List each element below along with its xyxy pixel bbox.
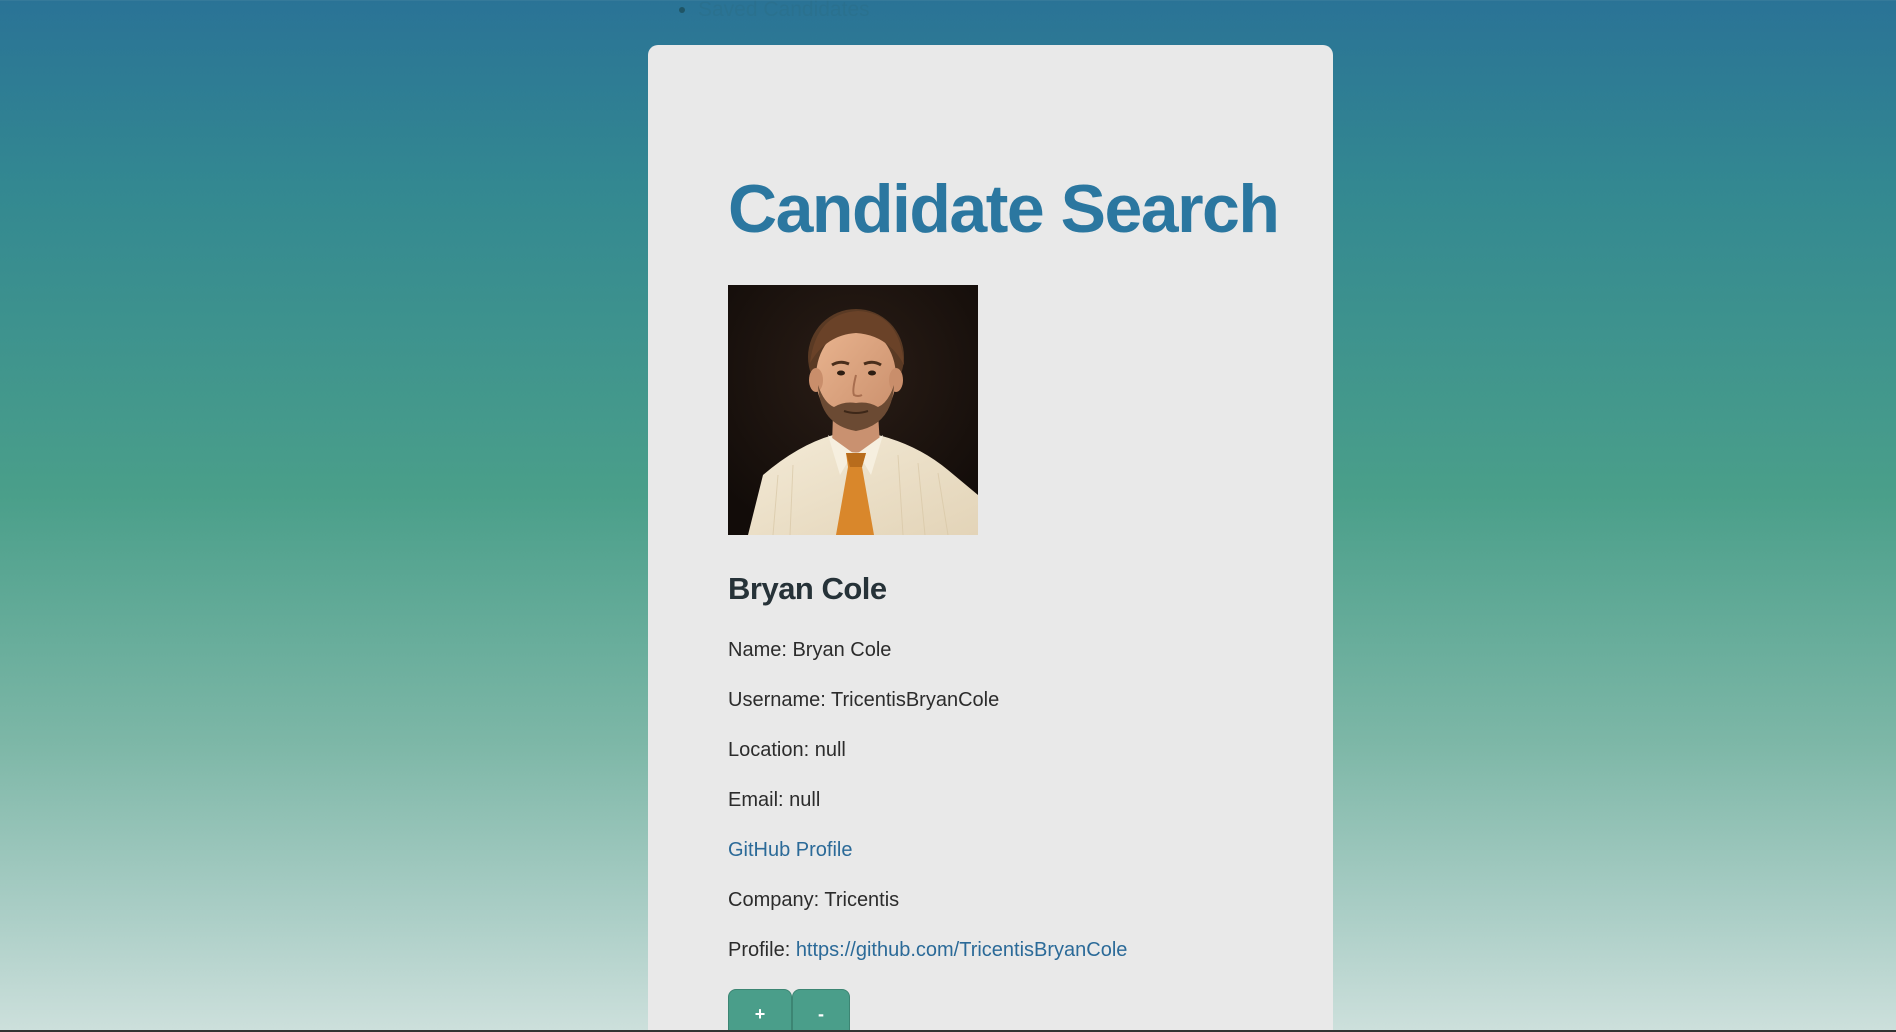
name-label: Name: xyxy=(728,639,787,661)
add-candidate-button[interactable]: + xyxy=(728,989,792,1032)
page-title: Candidate Search xyxy=(728,171,1280,247)
candidate-company-row: Company: Tricentis xyxy=(728,887,1253,913)
skip-candidate-button[interactable]: - xyxy=(792,989,850,1032)
email-label: Email: xyxy=(728,789,784,811)
candidate-avatar xyxy=(728,285,978,535)
candidate-username-row: Username: TricentisBryanCole xyxy=(728,687,1253,713)
nav-list: Saved Candidates xyxy=(680,0,870,22)
profile-url-link[interactable]: https://github.com/TricentisBryanCole xyxy=(796,939,1128,961)
action-buttons: + - xyxy=(728,989,1253,1032)
company-label: Company: xyxy=(728,889,820,911)
location-value: null xyxy=(814,739,846,761)
location-label: Location: xyxy=(728,739,810,761)
candidate-location-row: Location: null xyxy=(728,737,1253,763)
nav-link-saved-candidates[interactable]: Saved Candidates xyxy=(698,0,870,21)
name-value: Bryan Cole xyxy=(792,639,892,661)
candidate-profile-row: Profile: https://github.com/TricentisBry… xyxy=(728,937,1253,963)
username-value: TricentisBryanCole xyxy=(831,689,1000,711)
candidate-name-row: Name: Bryan Cole xyxy=(728,637,1253,663)
candidate-card: Candidate Search Bryan Cole Name: Bryan … xyxy=(648,45,1333,1032)
candidate-name-heading: Bryan Cole xyxy=(728,571,887,606)
candidate-email-row: Email: null xyxy=(728,787,1253,813)
email-value: null xyxy=(789,789,821,811)
github-profile-link[interactable]: GitHub Profile xyxy=(728,839,853,861)
profile-label: Profile: xyxy=(728,939,791,961)
company-value: Tricentis xyxy=(824,889,900,911)
nav-item-saved-candidates[interactable]: Saved Candidates xyxy=(698,0,870,22)
username-label: Username: xyxy=(728,689,826,711)
github-profile-row: GitHub Profile xyxy=(728,837,1253,863)
